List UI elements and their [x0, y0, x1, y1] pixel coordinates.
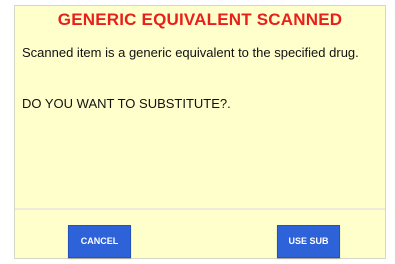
dialog-question: DO YOU WANT TO SUBSTITUTE?. — [22, 96, 231, 111]
dialog-button-bar: CANCEL USE SUB — [15, 208, 385, 258]
dialog-title: GENERIC EQUIVALENT SCANNED — [57, 10, 343, 29]
substitution-dialog: GENERIC EQUIVALENT SCANNED Scanned item … — [14, 5, 386, 259]
dialog-message: Scanned item is a generic equivalent to … — [22, 45, 359, 60]
use-sub-button[interactable]: USE SUB — [277, 225, 340, 258]
cancel-button[interactable]: CANCEL — [68, 225, 131, 258]
